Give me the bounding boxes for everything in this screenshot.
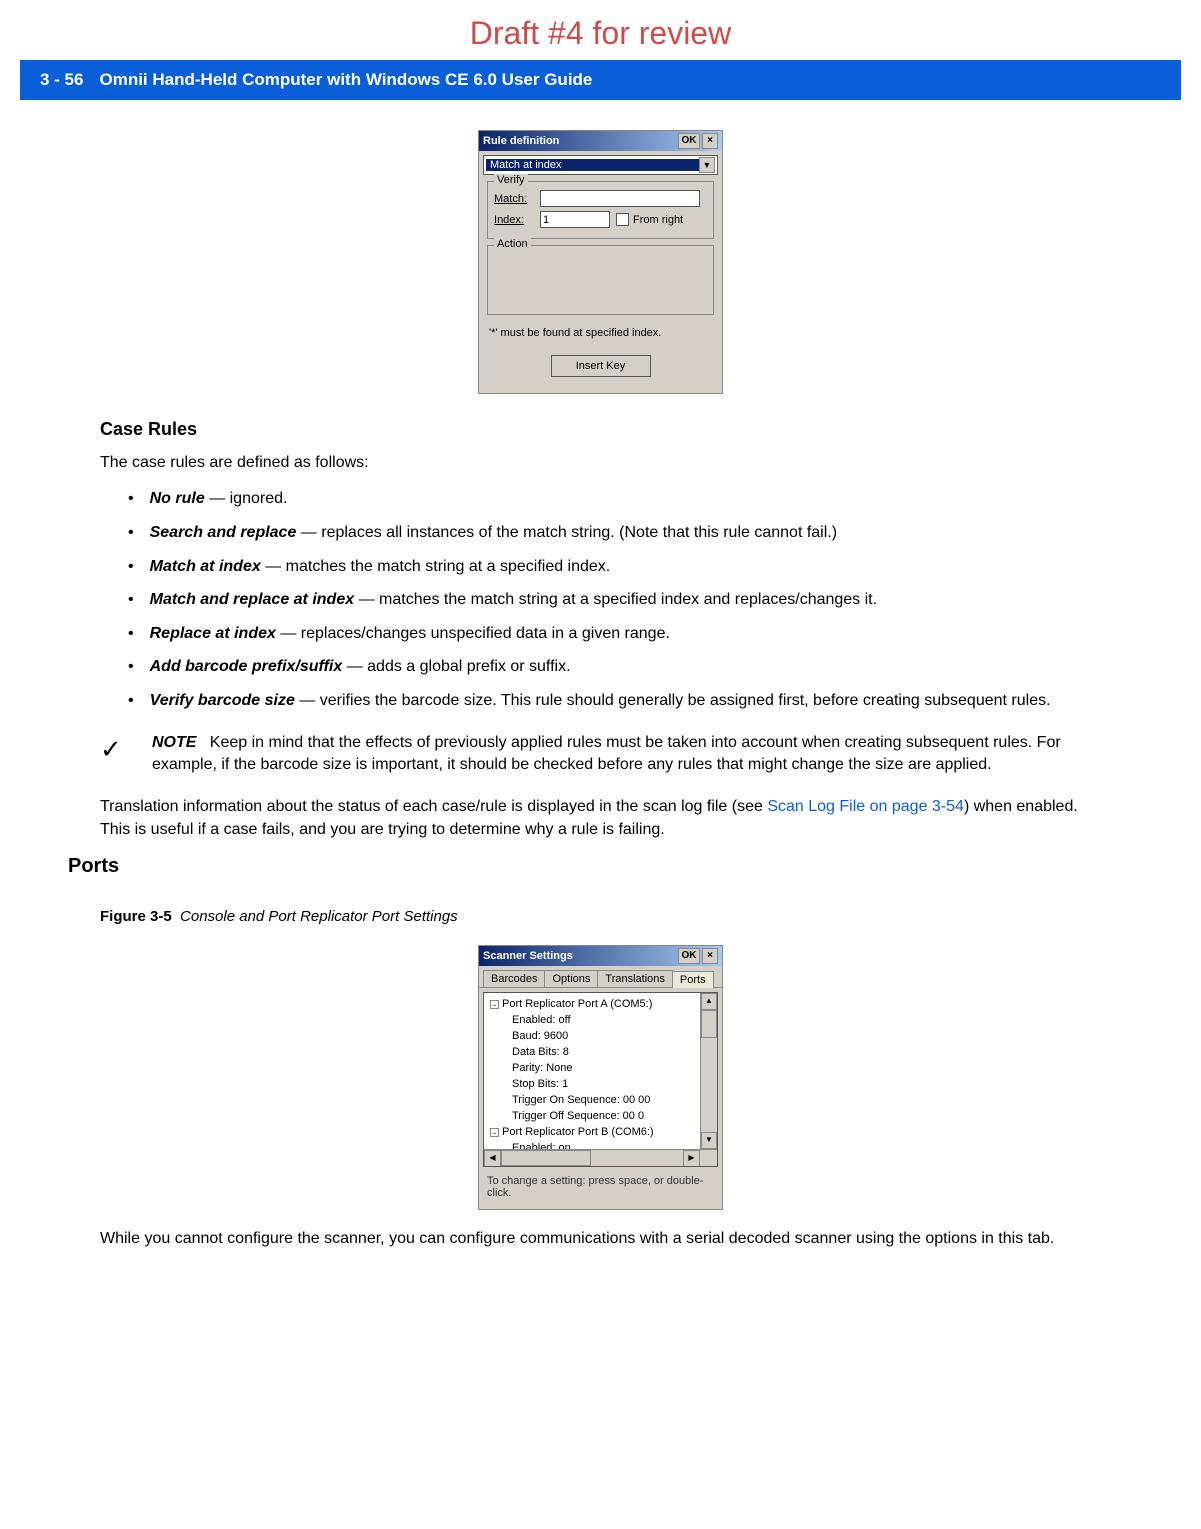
index-label: Index: <box>494 214 534 226</box>
dropdown-selected: Match at index <box>486 159 699 171</box>
from-right-checkbox[interactable]: From right <box>616 213 683 226</box>
close-button[interactable]: × <box>702 948 718 964</box>
tree-leaf[interactable]: Trigger Off Sequence: 00 0 <box>488 1108 717 1124</box>
tab-translations[interactable]: Translations <box>597 970 673 987</box>
scroll-up-icon[interactable]: ▲ <box>701 993 717 1010</box>
note-text: Keep in mind that the effects of previou… <box>152 734 1061 773</box>
checkmark-icon: ✓ <box>100 732 130 777</box>
tree-leaf[interactable]: Baud: 9600 <box>488 1028 717 1044</box>
collapse-icon[interactable]: - <box>490 1128 499 1137</box>
collapse-icon[interactable]: - <box>490 1000 499 1009</box>
note-label: NOTE <box>152 734 196 751</box>
tree-view[interactable]: -Port Replicator Port A (COM5:) Enabled:… <box>483 992 718 1167</box>
insert-key-button[interactable]: Insert Key <box>551 355 651 377</box>
tree-leaf[interactable]: Parity: None <box>488 1060 717 1076</box>
dialog-titlebar: Scanner Settings OK × <box>479 946 722 966</box>
hint-text: '*' must be found at specified index. <box>479 321 722 341</box>
rule-definition-dialog: Rule definition OK × Match at index ▼ Ve… <box>478 130 723 394</box>
close-button[interactable]: × <box>702 133 718 149</box>
action-group: Action <box>487 245 714 315</box>
tab-ports[interactable]: Ports <box>672 971 714 988</box>
scroll-thumb[interactable] <box>501 1150 591 1166</box>
index-input[interactable] <box>540 211 610 228</box>
page-header: 3 - 56 Omnii Hand-Held Computer with Win… <box>20 60 1181 100</box>
ports-heading: Ports <box>68 855 1101 878</box>
rule-type-dropdown[interactable]: Match at index ▼ <box>483 155 718 175</box>
scanner-settings-dialog: Scanner Settings OK × Barcodes Options T… <box>478 945 723 1210</box>
tree-node[interactable]: -Port Replicator Port A (COM5:) <box>488 996 717 1012</box>
ok-button[interactable]: OK <box>678 948 700 964</box>
page-number: 3 - 56 <box>40 70 83 90</box>
closing-paragraph: While you cannot configure the scanner, … <box>100 1228 1101 1250</box>
rules-list: No rule — ignored. Search and replace — … <box>100 488 1101 711</box>
tab-barcodes[interactable]: Barcodes <box>483 970 545 987</box>
from-right-label: From right <box>633 214 683 226</box>
translation-paragraph: Translation information about the status… <box>100 796 1101 841</box>
tab-options[interactable]: Options <box>544 970 598 987</box>
scan-log-link[interactable]: Scan Log File on page 3-54 <box>767 798 964 815</box>
checkbox-icon <box>616 213 629 226</box>
action-legend: Action <box>494 238 531 250</box>
rule-item: Replace at index — replaces/changes unsp… <box>128 623 1101 645</box>
scroll-down-icon[interactable]: ▼ <box>701 1132 717 1149</box>
rule-item: Verify barcode size — verifies the barco… <box>128 690 1101 712</box>
vertical-scrollbar[interactable]: ▲ ▼ <box>700 993 717 1149</box>
figure-caption: Figure 3-5 Console and Port Replicator P… <box>100 908 1101 925</box>
tree-leaf[interactable]: Enabled: off <box>488 1012 717 1028</box>
tabs-row: Barcodes Options Translations Ports <box>479 966 722 988</box>
scroll-right-icon[interactable]: ▶ <box>683 1150 700 1167</box>
scroll-thumb[interactable] <box>701 1010 717 1038</box>
chevron-down-icon[interactable]: ▼ <box>699 157 715 173</box>
tree-leaf[interactable]: Trigger On Sequence: 00 00 <box>488 1092 717 1108</box>
dialog-title: Scanner Settings <box>483 950 573 962</box>
match-label: Match: <box>494 193 534 205</box>
rule-item: Match and replace at index — matches the… <box>128 589 1101 611</box>
tree-leaf[interactable]: Data Bits: 8 <box>488 1044 717 1060</box>
verify-legend: Verify <box>494 174 528 186</box>
verify-group: Verify Match: Index: From right <box>487 181 714 239</box>
case-rules-intro: The case rules are defined as follows: <box>100 452 1101 474</box>
match-input[interactable] <box>540 190 700 207</box>
dialog-title: Rule definition <box>483 135 559 147</box>
case-rules-heading: Case Rules <box>100 419 1101 440</box>
scroll-left-icon[interactable]: ◀ <box>484 1150 501 1167</box>
note-block: ✓ NOTE Keep in mind that the effects of … <box>100 732 1101 777</box>
tree-leaf[interactable]: Stop Bits: 1 <box>488 1076 717 1092</box>
rule-item: Search and replace — replaces all instan… <box>128 522 1101 544</box>
ok-button[interactable]: OK <box>678 133 700 149</box>
guide-title: Omnii Hand-Held Computer with Windows CE… <box>99 70 592 90</box>
instruction-text: To change a setting: press space, or dou… <box>479 1171 722 1209</box>
draft-banner: Draft #4 for review <box>0 0 1201 60</box>
dialog-titlebar: Rule definition OK × <box>479 131 722 151</box>
horizontal-scrollbar[interactable]: ◀ ▶ <box>484 1149 717 1166</box>
tree-node[interactable]: -Port Replicator Port B (COM6:) <box>488 1124 717 1140</box>
rule-item: No rule — ignored. <box>128 488 1101 510</box>
rule-item: Add barcode prefix/suffix — adds a globa… <box>128 656 1101 678</box>
rule-item: Match at index — matches the match strin… <box>128 556 1101 578</box>
